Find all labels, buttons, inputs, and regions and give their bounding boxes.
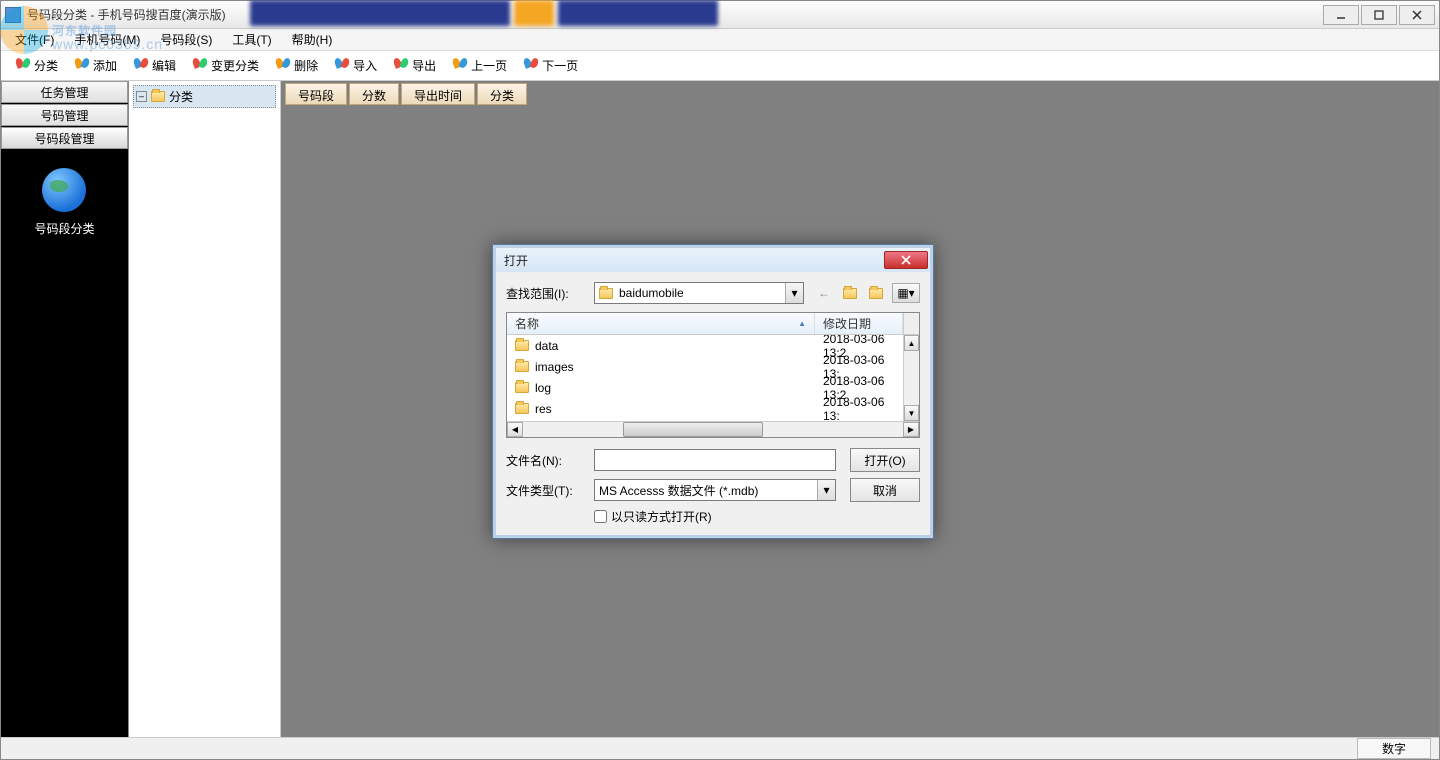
butterfly-icon [523, 58, 539, 74]
folder-up-icon [843, 288, 857, 299]
butterfly-icon [15, 58, 31, 74]
folder-icon [515, 403, 529, 414]
tb-prev-page[interactable]: 上一页 [446, 55, 513, 76]
sort-indicator-icon: ▲ [798, 319, 806, 328]
dialog-body: 查找范围(I): baidumobile ▾ ← ▦▾ 名称 ▲ 修改日期 [496, 272, 930, 535]
up-folder-button[interactable] [840, 283, 860, 303]
butterfly-icon [133, 58, 149, 74]
minimize-button[interactable] [1323, 5, 1359, 25]
tree-root-label: 分类 [169, 88, 193, 105]
side-item-segment-category[interactable]: 号码段分类 [34, 168, 94, 237]
readonly-checkbox[interactable]: 以只读方式打开(R) [594, 508, 920, 525]
open-button[interactable]: 打开(O) [850, 448, 920, 472]
dialog-title: 打开 [504, 252, 884, 269]
status-numlock: 数字 [1357, 738, 1431, 759]
close-button[interactable] [1399, 5, 1435, 25]
menu-tools[interactable]: 工具(T) [222, 29, 281, 50]
horizontal-scrollbar[interactable]: ◀ ▶ [507, 421, 919, 437]
side-tab-tasks[interactable]: 任务管理 [1, 81, 128, 103]
readonly-checkbox-input[interactable] [594, 510, 607, 523]
tab-category[interactable]: 分类 [477, 83, 527, 105]
lookin-value: baidumobile [619, 286, 684, 300]
chevron-down-icon[interactable]: ▾ [785, 283, 803, 303]
maximize-button[interactable] [1361, 5, 1397, 25]
readonly-label: 以只读方式打开(R) [611, 508, 712, 525]
side-panel: 任务管理 号码管理 号码段管理 号码段分类 [1, 81, 129, 737]
folder-icon [599, 288, 613, 299]
folder-icon [515, 382, 529, 393]
lookin-select[interactable]: baidumobile ▾ [594, 282, 804, 304]
statusbar: 数字 [1, 737, 1439, 759]
file-row[interactable]: res 2018-03-06 13: [507, 398, 903, 419]
menubar: 文件(F) 手机号码(M) 号码段(S) 工具(T) 帮助(H) [1, 29, 1439, 51]
menu-phone[interactable]: 手机号码(M) [64, 29, 150, 50]
filetype-label: 文件类型(T): [506, 482, 594, 499]
tree-panel: ‒ 分类 [129, 81, 281, 737]
tree-root[interactable]: ‒ 分类 [133, 85, 276, 108]
col-date[interactable]: 修改日期 [815, 313, 903, 334]
vertical-scrollbar[interactable]: ▲ ▼ [903, 335, 919, 421]
tab-score[interactable]: 分数 [349, 83, 399, 105]
toolbar: 分类 添加 编辑 变更分类 删除 导入 导出 上一页 下一页 [1, 51, 1439, 81]
cancel-button[interactable]: 取消 [850, 478, 920, 502]
side-content: 号码段分类 [1, 150, 128, 737]
file-list-header: 名称 ▲ 修改日期 [507, 313, 919, 335]
side-tab-segments[interactable]: 号码段管理 [1, 127, 128, 149]
open-file-dialog: 打开 查找范围(I): baidumobile ▾ ← ▦▾ 名称 [492, 244, 934, 539]
folder-icon [151, 91, 165, 102]
butterfly-icon [452, 58, 468, 74]
tb-import[interactable]: 导入 [328, 55, 383, 76]
butterfly-icon [334, 58, 350, 74]
tab-segment[interactable]: 号码段 [285, 83, 347, 105]
butterfly-icon [74, 58, 90, 74]
butterfly-icon [192, 58, 208, 74]
col-name[interactable]: 名称 ▲ [507, 313, 815, 334]
tb-category[interactable]: 分类 [9, 55, 64, 76]
data-tabs: 号码段 分数 导出时间 分类 [281, 81, 1439, 105]
folder-icon [515, 340, 529, 351]
butterfly-icon [275, 58, 291, 74]
menu-file[interactable]: 文件(F) [5, 29, 64, 50]
tab-export-time[interactable]: 导出时间 [401, 83, 475, 105]
scroll-down-icon[interactable]: ▼ [904, 405, 919, 421]
view-menu-button[interactable]: ▦▾ [892, 283, 920, 303]
tb-export[interactable]: 导出 [387, 55, 442, 76]
tb-add[interactable]: 添加 [68, 55, 123, 76]
menu-help[interactable]: 帮助(H) [282, 29, 343, 50]
dialog-titlebar: 打开 [496, 248, 930, 272]
scroll-left-icon[interactable]: ◀ [507, 422, 523, 437]
obscured-header-region [250, 0, 1150, 26]
tb-delete[interactable]: 删除 [269, 55, 324, 76]
filename-input[interactable] [594, 449, 836, 471]
lookin-label: 查找范围(I): [506, 285, 594, 302]
globe-icon [42, 168, 86, 212]
side-tab-numbers[interactable]: 号码管理 [1, 104, 128, 126]
filename-label: 文件名(N): [506, 452, 594, 469]
menu-segment[interactable]: 号码段(S) [150, 29, 222, 50]
app-icon [5, 7, 21, 23]
file-list: 名称 ▲ 修改日期 data 2018-03-06 13:2 images 20… [506, 312, 920, 438]
file-list-body[interactable]: data 2018-03-06 13:2 images 2018-03-06 1… [507, 335, 903, 421]
filetype-select[interactable]: MS Accesss 数据文件 (*.mdb) ▾ [594, 479, 836, 501]
folder-new-icon [869, 288, 883, 299]
tb-change-category[interactable]: 变更分类 [186, 55, 265, 76]
tb-edit[interactable]: 编辑 [127, 55, 182, 76]
folder-icon [515, 361, 529, 372]
back-button[interactable]: ← [814, 283, 834, 303]
chevron-down-icon[interactable]: ▾ [817, 480, 835, 500]
filetype-value: MS Accesss 数据文件 (*.mdb) [599, 482, 758, 499]
scroll-thumb[interactable] [623, 422, 763, 437]
side-item-label: 号码段分类 [34, 220, 94, 237]
scroll-up-icon[interactable]: ▲ [904, 335, 919, 351]
tree-collapse-icon[interactable]: ‒ [136, 91, 147, 102]
dialog-close-button[interactable] [884, 251, 928, 269]
tb-next-page[interactable]: 下一页 [517, 55, 584, 76]
butterfly-icon [393, 58, 409, 74]
new-folder-button[interactable] [866, 283, 886, 303]
header-scroll-spacer [903, 313, 919, 334]
scroll-right-icon[interactable]: ▶ [903, 422, 919, 437]
